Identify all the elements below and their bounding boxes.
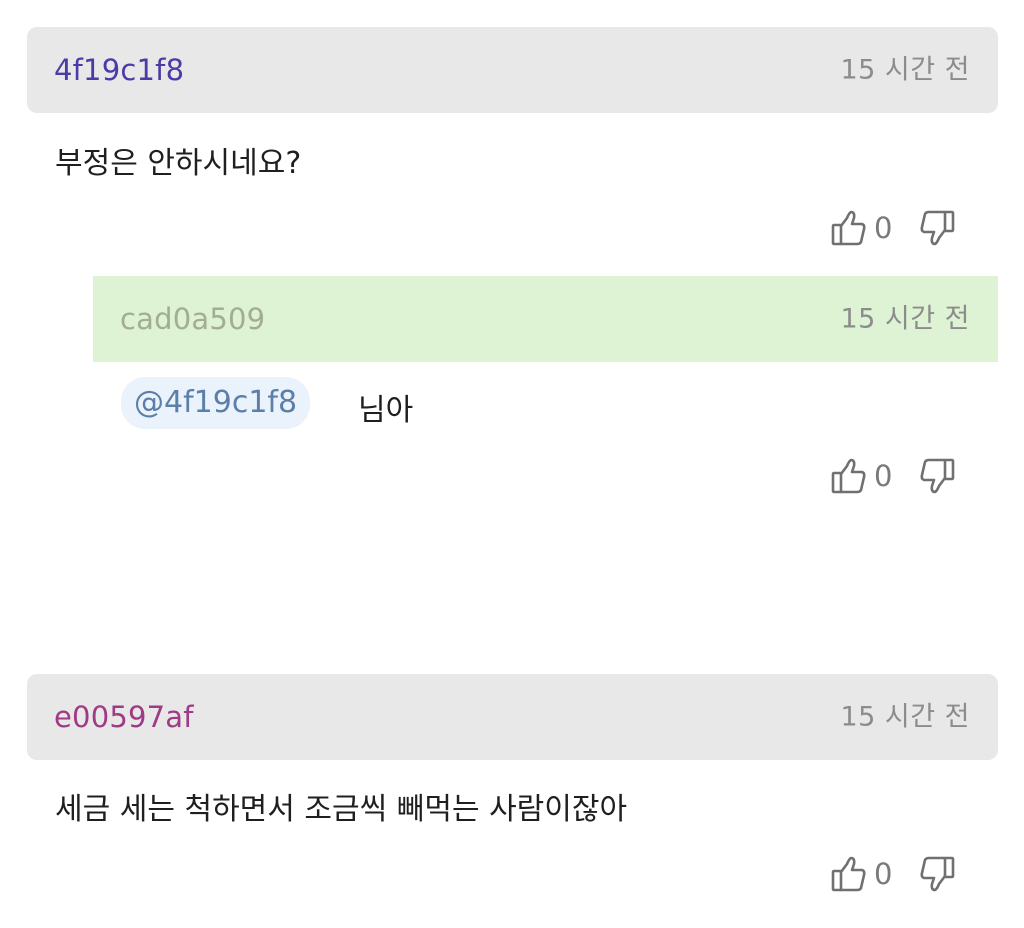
comment-text: 부정은 안하시네요? <box>55 146 302 181</box>
reply-author[interactable]: cad0a509 <box>120 302 265 336</box>
reply-header: cad0a509 15 시간 전 <box>93 276 998 362</box>
reply-vote-bar: 0 <box>830 454 956 498</box>
thumbs-down-icon[interactable] <box>918 456 956 496</box>
mention-tag[interactable]: @4f19c1f8 <box>121 377 311 429</box>
thumbs-up-icon[interactable] <box>830 208 868 248</box>
comment-vote-bar: 0 <box>830 206 956 250</box>
comment-timestamp: 15 시간 전 <box>840 701 970 733</box>
comment-vote-bar: 0 <box>830 852 956 896</box>
thumbs-up-icon[interactable] <box>830 456 868 496</box>
comment-header: e00597af 15 시간 전 <box>27 674 998 760</box>
comment-text: 세금 세는 척하면서 조금씩 빼먹는 사람이잖아 <box>55 792 628 827</box>
like-count: 0 <box>874 459 893 493</box>
comment-timestamp: 15 시간 전 <box>840 54 970 86</box>
like-count: 0 <box>874 857 893 891</box>
like-count: 0 <box>874 211 893 245</box>
reply-text: 님아 <box>358 393 414 428</box>
comment-header: 4f19c1f8 15 시간 전 <box>27 27 998 113</box>
thumbs-down-icon[interactable] <box>918 854 956 894</box>
comment-author[interactable]: 4f19c1f8 <box>54 53 184 87</box>
thumbs-down-icon[interactable] <box>918 208 956 248</box>
thumbs-up-icon[interactable] <box>830 854 868 894</box>
reply-timestamp: 15 시간 전 <box>840 303 970 335</box>
comment-author[interactable]: e00597af <box>54 700 194 734</box>
